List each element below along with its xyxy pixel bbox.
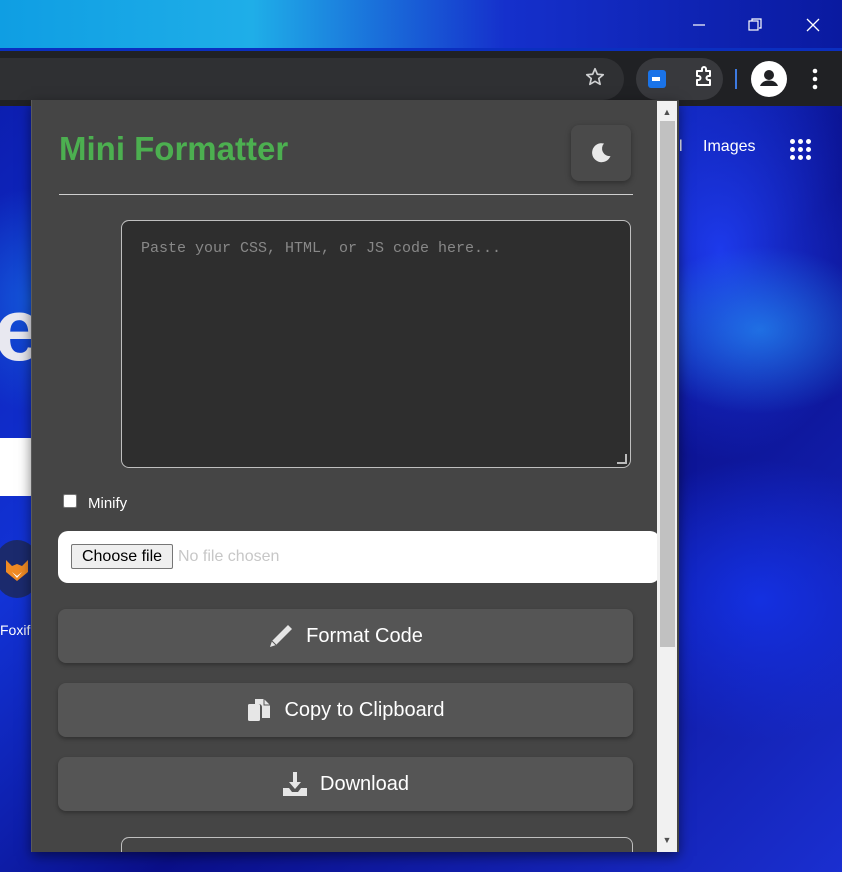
star-icon xyxy=(585,67,605,86)
toolbar-divider xyxy=(735,69,737,89)
format-code-label: Format Code xyxy=(306,624,423,647)
apps-grid-icon[interactable] xyxy=(788,138,812,162)
popup-title: Mini Formatter xyxy=(59,130,289,167)
copy-clipboard-label: Copy to Clipboard xyxy=(284,698,445,721)
shortcut-label: Foxifi xyxy=(0,622,34,638)
copy-clipboard-button[interactable]: Copy to Clipboard xyxy=(58,683,633,737)
file-input: Choose file No file chosen xyxy=(58,531,660,583)
download-button[interactable]: Download xyxy=(58,757,633,811)
choose-file-button[interactable]: Choose file xyxy=(71,544,173,569)
page-search-box-partial[interactable] xyxy=(0,438,34,496)
nav-link-images[interactable]: Images xyxy=(703,138,755,155)
resize-handle[interactable] xyxy=(617,454,627,464)
restore-icon xyxy=(748,18,762,31)
nav-link-partial[interactable]: l xyxy=(679,138,683,155)
more-vert-icon xyxy=(812,68,818,90)
theme-toggle-button[interactable] xyxy=(571,125,631,181)
scrollbar-thumb[interactable] xyxy=(660,121,675,647)
minify-option: Minify xyxy=(63,492,128,512)
extensions-button[interactable] xyxy=(692,66,716,90)
scroll-down-arrow[interactable]: ▼ xyxy=(662,835,672,845)
minimize-icon xyxy=(693,24,705,26)
person-icon xyxy=(760,70,778,86)
close-icon xyxy=(806,18,820,32)
close-window-button[interactable] xyxy=(785,0,841,50)
file-status-text: No file chosen xyxy=(178,548,280,565)
pencil-icon xyxy=(270,625,293,647)
copy-icon xyxy=(248,699,271,721)
puzzle-icon xyxy=(696,66,711,86)
browser-menu-button[interactable] xyxy=(808,65,822,93)
restore-button[interactable] xyxy=(727,0,783,50)
profile-button[interactable] xyxy=(751,61,787,97)
formatter-extension-icon[interactable] xyxy=(648,70,666,88)
code-input[interactable]: Paste your CSS, HTML, or JS code here... xyxy=(121,220,631,468)
page-nav-links: l Images xyxy=(679,138,755,156)
title-divider xyxy=(59,194,633,195)
minimize-button[interactable] xyxy=(671,0,727,50)
formatter-popup: Mini Formatter Paste your CSS, HTML, or … xyxy=(31,100,679,852)
scroll-up-arrow[interactable]: ▲ xyxy=(662,107,672,117)
download-icon xyxy=(283,772,308,796)
minify-checkbox[interactable] xyxy=(63,493,77,508)
moon-icon xyxy=(592,143,611,163)
code-input-placeholder: Paste your CSS, HTML, or JS code here... xyxy=(141,240,502,257)
output-area-partial[interactable] xyxy=(121,837,633,852)
bookmark-star-button[interactable] xyxy=(582,66,608,92)
format-code-button[interactable]: Format Code xyxy=(58,609,633,663)
minify-label: Minify xyxy=(88,495,128,512)
download-label: Download xyxy=(320,772,409,795)
address-bar[interactable] xyxy=(0,58,624,100)
